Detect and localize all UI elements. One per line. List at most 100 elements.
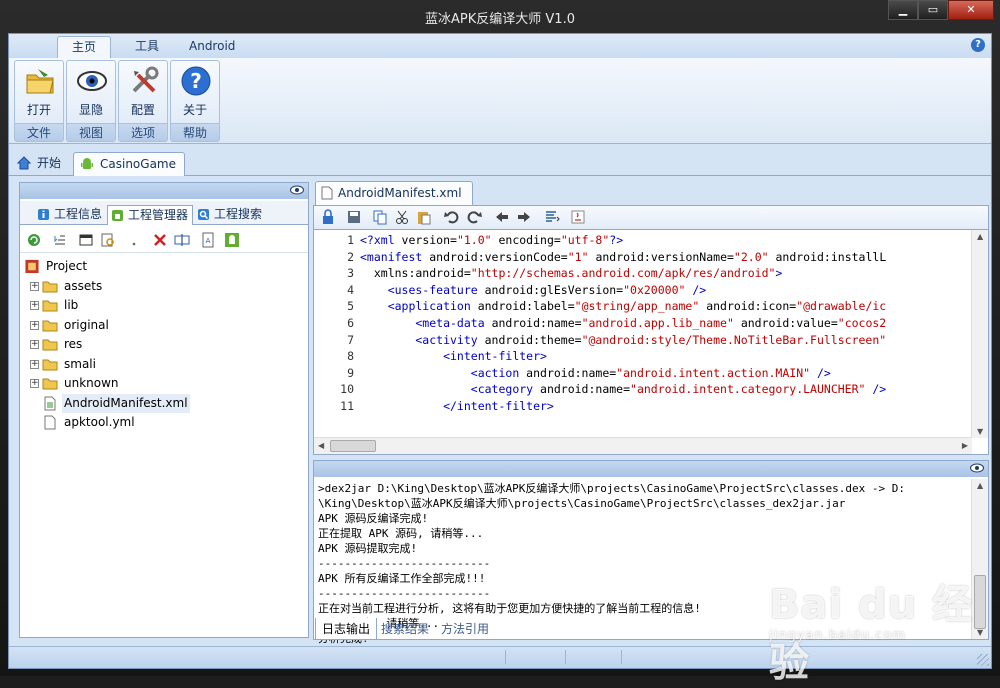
line-number: 3: [347, 266, 354, 281]
tree-root[interactable]: Project: [24, 257, 306, 277]
scroll-up-icon[interactable]: ▲: [977, 232, 983, 241]
refresh-icon[interactable]: [26, 232, 42, 248]
horizontal-scroll-thumb[interactable]: [330, 440, 376, 452]
android-build-icon[interactable]: [224, 232, 240, 248]
editor-vertical-scrollbar[interactable]: ▲ ▼: [971, 230, 988, 438]
tree-file[interactable]: apktool.yml: [24, 413, 306, 433]
arrow-left-icon[interactable]: [494, 209, 510, 225]
ribbon-group-file: 打开 文件: [14, 60, 64, 142]
scroll-up-icon[interactable]: ▲: [977, 481, 983, 490]
code-line: 4 <uses-feature android:glEsVersion="0x2…: [314, 282, 964, 299]
tree-folder[interactable]: + assets: [24, 277, 306, 297]
expand-icon[interactable]: +: [30, 340, 39, 349]
expand-icon[interactable]: +: [30, 281, 39, 291]
code-line: 3 xmlns:android="http://schemas.android.…: [314, 265, 964, 282]
ribbon-tab-android[interactable]: Android: [175, 36, 249, 58]
arrow-right-icon[interactable]: [516, 209, 532, 225]
scroll-down-icon[interactable]: ▼: [977, 427, 983, 436]
code-line: 2 <manifest android:versionCode="1" andro…: [314, 249, 964, 266]
expand-icon[interactable]: +: [30, 359, 39, 369]
maximize-button[interactable]: ▭: [918, 0, 948, 20]
tree-folder[interactable]: + original: [24, 316, 306, 336]
code-token: xmlns:android=: [360, 266, 471, 281]
file-icon: [44, 415, 56, 430]
tab-project-manager-label: 工程管理器: [128, 208, 189, 222]
code-token: <intent-filter>: [360, 349, 547, 364]
ribbon-group-label: 帮助: [171, 123, 219, 141]
tab-project-info[interactable]: 工程信息: [34, 205, 106, 225]
scroll-right-icon[interactable]: ▶: [962, 441, 968, 450]
tab-log-output[interactable]: 日志输出: [315, 618, 378, 640]
editor-horizontal-scrollbar[interactable]: ◀ ▶: [314, 437, 972, 454]
folder-icon: [42, 339, 58, 351]
tab-project-search-label: 工程搜索: [214, 207, 263, 221]
ribbon-tabs: 主页 工具 Android ?: [9, 34, 991, 58]
tree-folder[interactable]: + lib: [24, 296, 306, 316]
tab-project-search[interactable]: 工程搜索: [194, 205, 266, 225]
tab-start[interactable]: 开始: [11, 152, 69, 176]
tab-casinogame[interactable]: CasinoGame: [73, 152, 185, 176]
tree-folder[interactable]: + res: [24, 335, 306, 355]
collapse-icon[interactable]: [52, 232, 68, 248]
expand-icon[interactable]: +: [30, 379, 39, 388]
file-icon: [321, 186, 333, 200]
watermark-url: jingyan.baidu.com: [769, 628, 906, 643]
code-token: "cocos2: [837, 315, 887, 330]
ribbon-tab-home[interactable]: 主页: [57, 36, 112, 58]
ribbon-group-label: 文件: [15, 123, 63, 141]
tab-search-results[interactable]: 搜索结果: [375, 618, 435, 640]
folder-icon: [42, 281, 58, 292]
redo-icon[interactable]: [466, 209, 482, 225]
document-tabs: 开始 CasinoGame: [9, 146, 991, 176]
dot-icon[interactable]: [126, 232, 142, 248]
eye-icon[interactable]: [290, 185, 304, 195]
code-token: android:name=: [526, 365, 617, 380]
help-icon[interactable]: ?: [971, 38, 985, 52]
svg-text:?: ?: [190, 69, 202, 93]
code-token: "1": [567, 249, 589, 264]
project-panel-tabs: 工程信息 工程管理器 工程搜索: [20, 201, 308, 225]
ribbon-tab-tools[interactable]: 工具: [121, 36, 173, 58]
save-icon[interactable]: [346, 209, 362, 225]
code-token: "android.intent.category.LAUNCHER": [630, 382, 866, 397]
scroll-left-icon[interactable]: ◀: [318, 441, 324, 450]
log-line: \King\Desktop\蓝冰APK反编译大师\projects\Casino…: [318, 497, 846, 510]
config-button-label: 配置: [130, 103, 155, 117]
window-title: 蓝冰APK反编译大师 V1.0: [425, 12, 575, 27]
tab-androidmanifest[interactable]: AndroidManifest.xml: [315, 181, 473, 205]
tab-project-info-label: 工程信息: [54, 207, 103, 221]
window-icon[interactable]: [78, 232, 94, 248]
code-editor[interactable]: 1 <?xml version="1.0" encoding="utf-8"?> 2…: [313, 229, 989, 455]
line-number: 7: [347, 332, 354, 347]
expand-icon[interactable]: +: [30, 320, 39, 330]
delete-icon[interactable]: [152, 232, 168, 248]
undo-icon[interactable]: [444, 209, 460, 225]
tree-file-label: apktool.yml: [64, 415, 135, 429]
lock-icon[interactable]: [320, 209, 336, 225]
tree-folder[interactable]: + smali: [24, 355, 306, 375]
java-icon[interactable]: [570, 209, 586, 225]
open-button-label: 打开: [26, 103, 51, 117]
ribbon-group-view: 显隐 视图: [66, 60, 116, 142]
paste-icon[interactable]: [416, 209, 432, 225]
ribbon-group-options: 配置 选项: [118, 60, 168, 142]
search-icon: [198, 209, 209, 220]
cut-icon[interactable]: [394, 209, 410, 225]
find-file-icon[interactable]: [100, 232, 116, 248]
rename-icon[interactable]: [174, 232, 190, 248]
expand-icon[interactable]: +: [30, 301, 39, 310]
close-button[interactable]: ✕: [948, 0, 994, 20]
tab-method-references[interactable]: 方法引用: [435, 618, 495, 640]
editor-tabs: AndroidManifest.xml: [313, 177, 989, 205]
text-file-icon[interactable]: A: [200, 232, 216, 248]
eye-icon[interactable]: [970, 463, 984, 473]
line-number: 1: [347, 233, 354, 247]
code-line: 10 <category android:name="android.inten…: [314, 381, 964, 398]
tree-file[interactable]: AndroidManifest.xml: [24, 393, 306, 413]
tab-project-manager[interactable]: 工程管理器: [107, 205, 194, 225]
format-icon[interactable]: [544, 209, 560, 225]
tree-folder[interactable]: + unknown: [24, 374, 306, 394]
copy-icon[interactable]: [372, 209, 388, 225]
minimize-button[interactable]: ▁: [888, 0, 918, 20]
code-token: ?>: [609, 233, 624, 247]
